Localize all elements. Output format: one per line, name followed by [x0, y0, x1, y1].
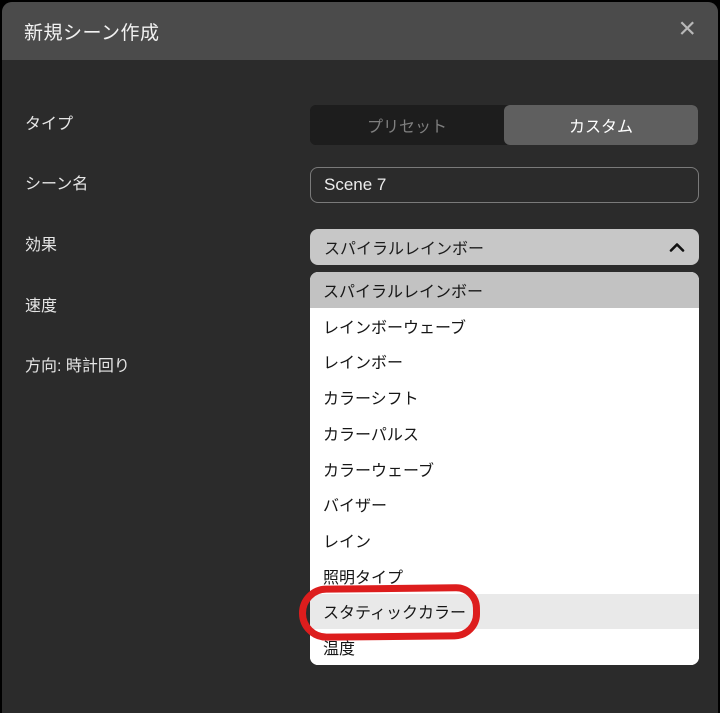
type-segmented-control: プリセット カスタム — [310, 105, 698, 145]
dialog-title: 新規シーン作成 — [24, 22, 160, 44]
dropdown-item[interactable]: カラーシフト — [310, 379, 699, 415]
type-label: タイプ — [25, 116, 74, 133]
dropdown-item[interactable]: レインボー — [310, 343, 699, 380]
dialog-titlebar: 新規シーン作成 × — [2, 2, 718, 60]
scene-name-input[interactable] — [310, 167, 699, 203]
direction-label: 方向: 時計回り — [25, 358, 130, 375]
close-icon[interactable]: × — [678, 14, 696, 44]
scene-name-label: シーン名 — [25, 176, 89, 193]
dropdown-item[interactable]: 温度 — [310, 629, 699, 665]
effect-label: 効果 — [25, 237, 58, 254]
effect-dropdown-button[interactable]: スパイラルレインボー — [310, 229, 699, 265]
dropdown-item[interactable]: レイン — [310, 522, 699, 558]
type-option-custom[interactable]: カスタム — [504, 105, 698, 145]
dropdown-item[interactable]: スパイラルレインボー — [310, 272, 699, 308]
dropdown-item[interactable]: スタティックカラー — [310, 593, 699, 630]
dropdown-item[interactable]: 照明タイプ — [310, 557, 699, 594]
dropdown-item[interactable]: カラーパルス — [310, 414, 699, 451]
speed-label: 速度 — [25, 298, 58, 315]
chevron-up-icon — [669, 242, 685, 252]
effect-dropdown-value: スパイラルレインボー — [324, 241, 485, 258]
effect-dropdown-list: スパイラルレインボー レインボーウェーブ レインボー カラーシフト カラーパルス カラーウ… — [310, 272, 699, 665]
new-scene-dialog: 新規シーン作成 × タイプ プリセット カスタム シーン名 効果 スパイラルレイ… — [2, 2, 718, 713]
dropdown-item[interactable]: レインボーウェーブ — [310, 307, 699, 344]
type-option-preset[interactable]: プリセット — [310, 105, 504, 145]
dropdown-item[interactable]: カラーウェーブ — [310, 450, 699, 487]
dropdown-item[interactable]: バイザー — [310, 486, 699, 523]
